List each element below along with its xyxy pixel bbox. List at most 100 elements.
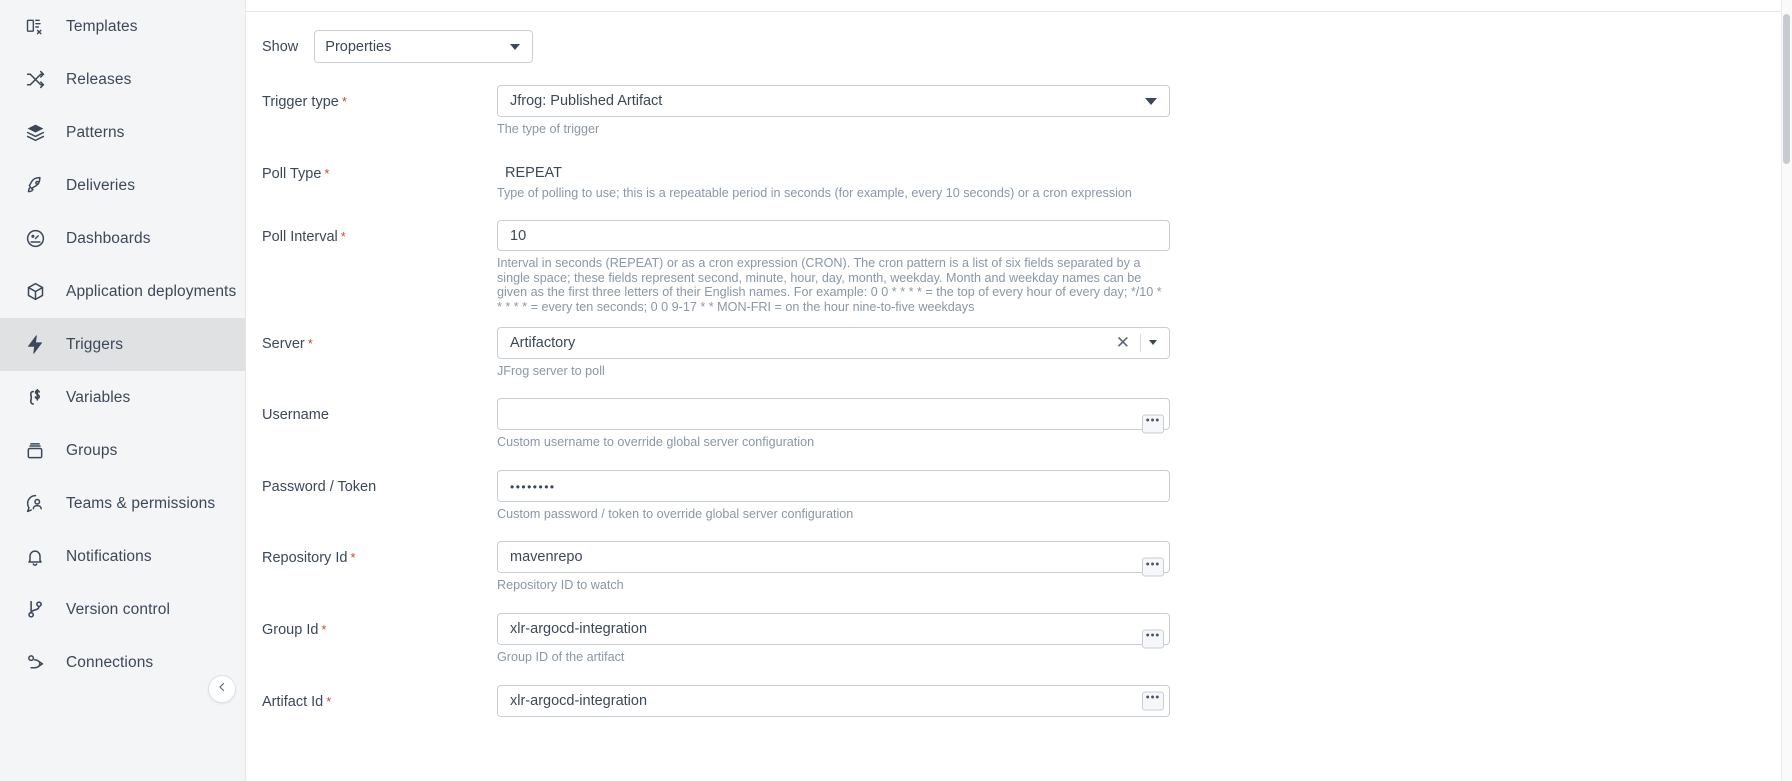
releases-icon (22, 68, 48, 92)
username-field: ••• Custom username to override global s… (497, 398, 1170, 450)
trigger-type-label: Trigger type* (262, 85, 497, 110)
repository-id-value: mavenrepo (510, 549, 1157, 565)
poll-type-label: Poll Type* (262, 157, 497, 182)
sidebar-item-teams-permissions[interactable]: Teams & permissions (0, 477, 245, 530)
group-id-help: Group ID of the artifact (497, 650, 1170, 665)
content-topbar (246, 0, 1792, 12)
repository-id-input[interactable]: mavenrepo (497, 541, 1170, 573)
required-marker: * (350, 550, 355, 565)
field-row-repository-id: Repository Id* mavenrepo ••• Repository … (246, 541, 1792, 593)
trigger-type-select[interactable]: Jfrog: Published Artifact (497, 85, 1170, 117)
ellipsis-icon[interactable]: ••• (1142, 558, 1164, 577)
label-text: Server (262, 336, 305, 352)
variables-icon (22, 386, 48, 410)
password-token-input[interactable]: •••••••• (497, 470, 1170, 502)
connections-icon (22, 651, 48, 675)
poll-interval-help: Interval in seconds (REPEAT) or as a cro… (497, 256, 1170, 314)
poll-interval-input[interactable]: 10 (497, 220, 1170, 251)
ellipsis-icon[interactable]: ••• (1142, 629, 1164, 648)
server-field: Artifactory ✕ JFrog server to poll (497, 327, 1170, 379)
required-marker: * (321, 622, 326, 637)
repository-id-help: Repository ID to watch (497, 578, 1170, 593)
sidebar-item-patterns[interactable]: Patterns (0, 106, 245, 159)
sidebar-item-label: Teams & permissions (66, 495, 215, 513)
required-marker: * (324, 166, 329, 181)
label-text: Username (262, 407, 329, 423)
sidebar-item-groups[interactable]: Groups (0, 424, 245, 477)
app-root: Templates Releases Patterns (0, 0, 1792, 781)
poll-interval-value: 10 (510, 228, 1157, 244)
sidebar-item-label: Notifications (66, 548, 152, 566)
field-row-trigger-type: Trigger type* Jfrog: Published Artifact … (246, 85, 1792, 137)
groups-icon (22, 439, 48, 463)
sidebar-item-label: Groups (66, 442, 117, 460)
required-marker: * (341, 229, 346, 244)
sidebar-item-label: Connections (66, 654, 153, 672)
group-id-input[interactable]: xlr-argocd-integration (497, 613, 1170, 645)
sidebar-item-version-control[interactable]: Version control (0, 583, 245, 636)
sidebar-item-deliveries[interactable]: Deliveries (0, 159, 245, 212)
main-content: Show Properties Trigger type* Jfrog: Pub… (246, 0, 1792, 781)
group-id-value: xlr-argocd-integration (510, 621, 1157, 637)
server-select[interactable]: Artifactory ✕ (497, 327, 1170, 359)
sidebar-collapse-button[interactable] (208, 675, 236, 703)
label-text: Repository Id (262, 550, 347, 566)
notifications-icon (22, 545, 48, 569)
scrollbar-thumb[interactable] (1783, 14, 1790, 164)
sidebar-item-label: Templates (66, 18, 138, 36)
label-text: Poll Interval (262, 229, 338, 245)
sidebar-item-label: Application deployments (66, 283, 236, 301)
sidebar-item-connections[interactable]: Connections (0, 636, 245, 689)
chevron-down-icon (510, 44, 520, 50)
close-icon[interactable]: ✕ (1116, 334, 1130, 351)
label-text: Artifact Id (262, 694, 323, 710)
sidebar-item-variables[interactable]: Variables (0, 371, 245, 424)
chevron-down-icon[interactable] (1149, 340, 1157, 345)
triggers-icon (22, 333, 48, 357)
ellipsis-icon[interactable]: ••• (1142, 414, 1164, 433)
required-marker: * (308, 336, 313, 351)
chevron-left-icon (216, 680, 228, 698)
server-value: Artifactory (510, 335, 1116, 351)
sidebar-item-label: Deliveries (66, 177, 135, 195)
sidebar-item-label: Version control (66, 601, 170, 619)
repository-id-field: mavenrepo ••• Repository ID to watch (497, 541, 1170, 593)
label-text: Trigger type (262, 94, 339, 110)
sidebar-item-label: Patterns (66, 124, 125, 142)
show-select[interactable]: Properties (314, 30, 533, 63)
chevron-down-icon (1145, 98, 1157, 105)
artifact-id-value: xlr-argocd-integration (510, 693, 1157, 709)
show-row: Show Properties (246, 30, 1792, 63)
sidebar-item-templates[interactable]: Templates (0, 0, 245, 53)
trigger-type-help: The type of trigger (497, 122, 1170, 137)
group-id-label: Group Id* (262, 613, 497, 638)
group-id-field: xlr-argocd-integration ••• Group ID of t… (497, 613, 1170, 665)
teams-permissions-icon (22, 492, 48, 516)
poll-interval-label: Poll Interval* (262, 220, 497, 245)
artifact-id-input[interactable]: xlr-argocd-integration (497, 685, 1170, 717)
required-marker: * (342, 94, 347, 109)
show-select-value: Properties (325, 39, 391, 55)
poll-type-help: Type of polling to use; this is a repeat… (497, 186, 1170, 201)
vertical-scrollbar[interactable] (1781, 0, 1792, 781)
trigger-type-field: Jfrog: Published Artifact The type of tr… (497, 85, 1170, 137)
server-help: JFrog server to poll (497, 364, 1170, 379)
sidebar-item-label: Triggers (66, 336, 123, 354)
sidebar-item-triggers[interactable]: Triggers (0, 318, 245, 371)
sidebar-item-application-deployments[interactable]: Application deployments (0, 265, 245, 318)
field-row-poll-type: Poll Type* REPEAT Type of polling to use… (246, 157, 1792, 201)
sidebar-item-dashboards[interactable]: Dashboards (0, 212, 245, 265)
artifact-id-field: xlr-argocd-integration ••• (497, 685, 1170, 717)
sidebar-item-releases[interactable]: Releases (0, 53, 245, 106)
password-token-label: Password / Token (262, 470, 497, 495)
deliveries-icon (22, 174, 48, 198)
dashboards-icon (22, 227, 48, 251)
password-token-value: •••••••• (510, 480, 1157, 494)
username-input[interactable] (497, 398, 1170, 430)
label-text: Poll Type (262, 166, 321, 182)
field-row-password-token: Password / Token •••••••• Custom passwor… (246, 470, 1792, 522)
sidebar-item-notifications[interactable]: Notifications (0, 530, 245, 583)
ellipsis-icon[interactable]: ••• (1142, 691, 1164, 710)
server-label: Server* (262, 327, 497, 352)
password-token-help: Custom password / token to override glob… (497, 507, 1170, 522)
